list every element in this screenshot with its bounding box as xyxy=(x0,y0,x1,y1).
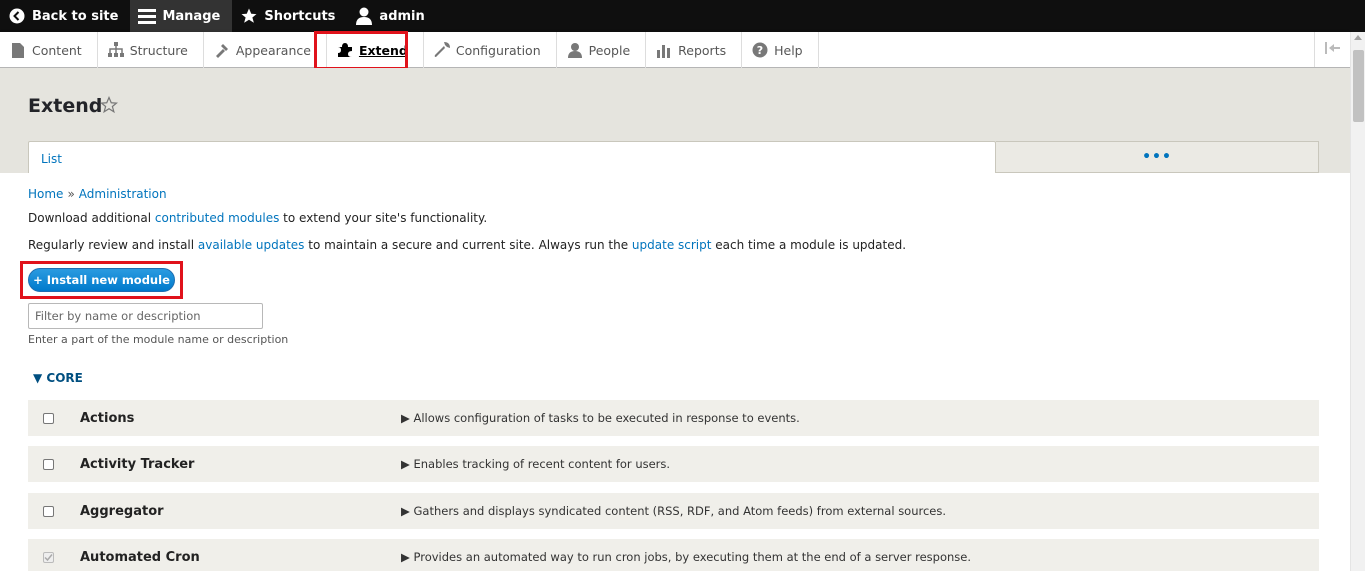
page-scrollbar[interactable] xyxy=(1350,32,1365,571)
tray-collapse-button[interactable] xyxy=(1314,32,1350,67)
admin-tray: Content Structure Appearance Extend Conf… xyxy=(0,32,1350,68)
tray-item-label: Help xyxy=(774,42,803,58)
shortcut-star-icon[interactable] xyxy=(99,95,119,117)
content-icon xyxy=(10,42,26,58)
module-name: Actions xyxy=(80,410,135,426)
tray-item-structure[interactable]: Structure xyxy=(98,32,204,68)
help-icon: ? xyxy=(752,42,768,58)
module-description[interactable]: ▶ Provides an automated way to run cron … xyxy=(401,550,971,564)
module-row-automated-cron: Automated Cron ▶ Provides an automated w… xyxy=(28,539,1319,571)
help-text: to extend your site's functionality. xyxy=(279,211,488,225)
back-to-site-link[interactable]: Back to site xyxy=(0,0,130,32)
tray-item-label: Structure xyxy=(129,42,188,58)
scroll-up-icon[interactable] xyxy=(1354,35,1362,40)
shortcuts-label: Shortcuts xyxy=(264,8,336,24)
module-name: Automated Cron xyxy=(80,549,200,565)
tray-item-help[interactable]: ? Help xyxy=(742,32,819,68)
install-new-module-button[interactable]: + Install new module xyxy=(28,268,175,292)
admin-toolbar: Back to site Manage Shortcuts admin xyxy=(0,0,1365,32)
tray-item-content[interactable]: Content xyxy=(0,32,98,68)
user-icon xyxy=(355,7,373,25)
core-details-toggle[interactable]: ▼ CORE xyxy=(33,371,83,385)
user-label: admin xyxy=(379,8,425,24)
module-row-activity-tracker: Activity Tracker ▶ Enables tracking of r… xyxy=(28,446,1319,482)
tab-more[interactable]: ••• xyxy=(996,141,1319,173)
tray-item-label: People xyxy=(588,42,631,58)
module-name: Activity Tracker xyxy=(80,456,195,472)
star-icon xyxy=(240,7,258,25)
module-checkbox-checked-disabled xyxy=(43,551,54,563)
tray-item-appearance[interactable]: Appearance xyxy=(204,32,327,68)
module-description[interactable]: ▶ Allows configuration of tasks to be ex… xyxy=(401,411,800,425)
scrollbar-thumb[interactable] xyxy=(1353,50,1364,122)
manage-label: Manage xyxy=(162,8,221,24)
update-script-link[interactable]: update script xyxy=(632,238,712,252)
available-updates-link[interactable]: available updates xyxy=(198,238,305,252)
people-icon xyxy=(567,42,583,58)
puzzle-icon xyxy=(337,42,353,58)
help-text: to maintain a secure and current site. A… xyxy=(304,238,632,252)
hamburger-icon xyxy=(138,7,157,25)
tray-item-label: Appearance xyxy=(235,42,311,58)
manage-tab[interactable]: Manage xyxy=(130,0,233,32)
breadcrumb-home[interactable]: Home xyxy=(28,187,63,201)
shortcuts-tab[interactable]: Shortcuts xyxy=(232,0,347,32)
tray-item-reports[interactable]: Reports xyxy=(646,32,743,68)
back-arrow-icon xyxy=(8,7,26,25)
tray-item-label: Content xyxy=(32,42,82,58)
breadcrumb: Home » Administration xyxy=(28,187,1319,201)
tray-item-label: Configuration xyxy=(455,42,541,58)
appearance-icon xyxy=(214,42,230,58)
breadcrumb-separator: » xyxy=(67,187,75,201)
main-content: Home » Administration Download additional … xyxy=(20,187,1319,571)
module-description[interactable]: ▶ Enables tracking of recent content for… xyxy=(401,457,670,471)
help-text-download: Download additional contributed modules … xyxy=(28,210,1319,226)
filter-description: Enter a part of the module name or descr… xyxy=(28,333,289,346)
module-row-actions: Actions ▶ Allows configuration of tasks … xyxy=(28,400,1319,436)
tray-item-label: Reports xyxy=(678,42,727,58)
module-checkbox[interactable] xyxy=(43,505,54,517)
module-row-aggregator: Aggregator ▶ Gathers and displays syndic… xyxy=(28,493,1319,529)
help-text-updates: Regularly review and install available u… xyxy=(28,237,1319,253)
user-tab[interactable]: admin xyxy=(347,0,436,32)
wrench-icon xyxy=(434,42,450,58)
module-description[interactable]: ▶ Gathers and displays syndicated conten… xyxy=(401,504,946,518)
module-name: Aggregator xyxy=(80,503,164,519)
module-checkbox[interactable] xyxy=(43,412,54,424)
module-filter-input[interactable] xyxy=(28,303,263,329)
help-text: Download additional xyxy=(28,211,155,225)
tray-item-label: Extend xyxy=(358,42,408,58)
tab-list[interactable]: List xyxy=(28,141,996,173)
tray-item-people[interactable]: People xyxy=(557,32,647,68)
back-to-site-label: Back to site xyxy=(32,8,119,24)
contributed-modules-link[interactable]: contributed modules xyxy=(155,211,279,225)
page-title: Extend xyxy=(28,95,103,117)
help-text: Regularly review and install xyxy=(28,238,198,252)
breadcrumb-administration[interactable]: Administration xyxy=(79,187,167,201)
primary-tabs: List ••• xyxy=(28,141,1319,173)
structure-icon xyxy=(107,42,124,58)
reports-icon xyxy=(656,42,672,58)
module-checkbox[interactable] xyxy=(43,458,54,470)
help-text: each time a module is updated. xyxy=(711,238,907,252)
tray-item-configuration[interactable]: Configuration xyxy=(424,32,557,68)
tray-item-extend[interactable]: Extend xyxy=(327,32,424,68)
collapse-icon xyxy=(1324,42,1341,57)
svg-text:?: ? xyxy=(757,44,763,57)
